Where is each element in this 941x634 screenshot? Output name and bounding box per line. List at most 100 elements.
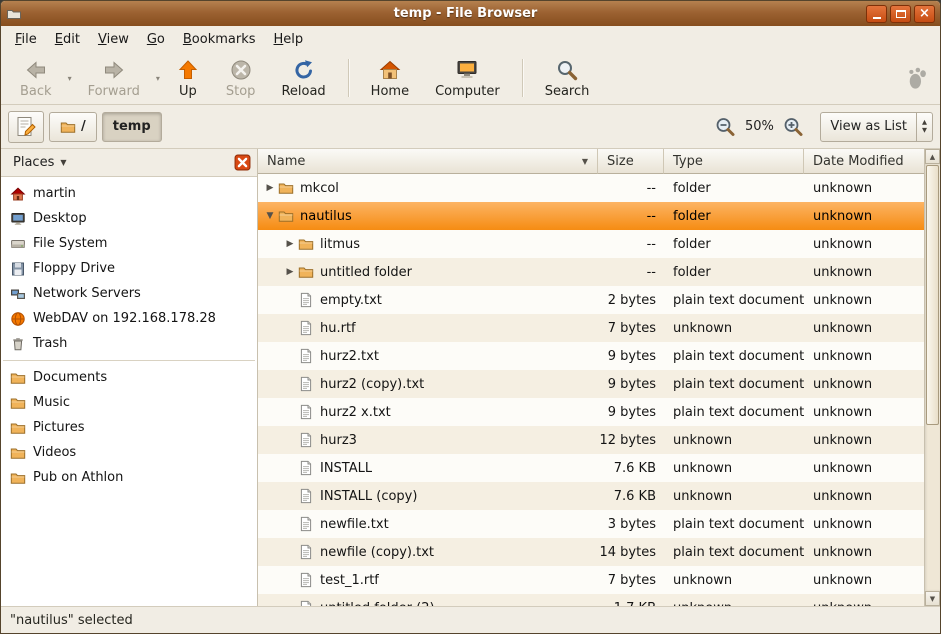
- home-button[interactable]: Home: [358, 55, 422, 102]
- computer-button[interactable]: Computer: [422, 55, 513, 102]
- file-row-untitled-folder[interactable]: ▶untitled folder--folderunknown: [258, 258, 924, 286]
- file-name-cell: newfile (copy).txt: [258, 538, 598, 566]
- file-row-hurz2-x-txt[interactable]: hurz2 x.txt9 bytesplain text documentunk…: [258, 398, 924, 426]
- folder-icon: [278, 208, 294, 224]
- titlebar[interactable]: temp - File Browser ×: [1, 1, 940, 26]
- file-name-cell: hurz2.txt: [258, 342, 598, 370]
- expander-collapsed-icon[interactable]: ▶: [262, 183, 278, 193]
- reload-button[interactable]: Reload: [268, 55, 338, 102]
- zoom-in-button[interactable]: [781, 115, 805, 139]
- back-history-dropdown[interactable]: ▾: [65, 52, 75, 104]
- forward-button[interactable]: Forward: [75, 55, 153, 102]
- view-mode-spinner-icon[interactable]: ▲▼: [916, 113, 932, 141]
- folder-icon: [10, 470, 26, 486]
- back-button[interactable]: Back: [7, 55, 65, 102]
- file-row-test-1-rtf[interactable]: test_1.rtf7 bytesunknownunknown: [258, 566, 924, 594]
- scroll-up-button[interactable]: ▲: [925, 149, 940, 164]
- place-music[interactable]: Music: [1, 390, 257, 415]
- up-icon: [176, 58, 200, 82]
- file-type-cell: folder: [664, 230, 804, 258]
- close-icon: ×: [919, 7, 930, 20]
- column-header-name[interactable]: Name▼: [258, 149, 598, 174]
- file-name-cell: hurz2 (copy).txt: [258, 370, 598, 398]
- close-button[interactable]: ×: [914, 5, 935, 23]
- file-size-cell: 2 bytes: [598, 286, 664, 314]
- file-row-untitled-folder-2[interactable]: untitled folder (2)1.7 KBunknownunknown: [258, 594, 924, 606]
- place-webdav-on-192-168-178-28[interactable]: WebDAV on 192.168.178.28: [1, 306, 257, 331]
- scroll-down-button[interactable]: ▼: [925, 591, 940, 606]
- status-text: "nautilus" selected: [10, 613, 133, 628]
- place-pictures[interactable]: Pictures: [1, 415, 257, 440]
- place-trash[interactable]: Trash: [1, 331, 257, 356]
- scrollbar-thumb[interactable]: [926, 165, 939, 425]
- place-pub-on-athlon[interactable]: Pub on Athlon: [1, 465, 257, 490]
- place-label: Floppy Drive: [33, 261, 115, 276]
- computer-icon: [455, 58, 479, 82]
- minimize-button[interactable]: [866, 5, 887, 23]
- window-icon: [6, 6, 22, 22]
- column-header-date-modified[interactable]: Date Modified: [804, 149, 924, 174]
- place-videos[interactable]: Videos: [1, 440, 257, 465]
- current-path-button[interactable]: temp: [102, 112, 162, 142]
- places-dropdown[interactable]: Places ▼: [7, 153, 73, 172]
- forward-history-dropdown[interactable]: ▾: [153, 52, 163, 104]
- expander-collapsed-icon[interactable]: ▶: [282, 267, 298, 277]
- computer-label: Computer: [435, 84, 500, 99]
- view-mode-select[interactable]: View as List ▲▼: [820, 112, 933, 142]
- menu-help[interactable]: Help: [265, 29, 313, 50]
- expander-collapsed-icon[interactable]: ▶: [282, 239, 298, 249]
- file-row-empty-txt[interactable]: empty.txt2 bytesplain text documentunkno…: [258, 286, 924, 314]
- edit-location-icon: [14, 115, 38, 139]
- file-row-newfile-copy-txt[interactable]: newfile (copy).txt14 bytesplain text doc…: [258, 538, 924, 566]
- file-modified-cell: unknown: [804, 314, 924, 342]
- file-name: mkcol: [300, 181, 339, 196]
- file-row-hurz2-copy-txt[interactable]: hurz2 (copy).txt9 bytesplain text docume…: [258, 370, 924, 398]
- place-martin[interactable]: martin: [1, 181, 257, 206]
- menu-bookmarks[interactable]: Bookmarks: [174, 29, 265, 50]
- file-size-cell: --: [598, 258, 664, 286]
- root-path-button[interactable]: /: [49, 112, 97, 142]
- file-row-hurz3[interactable]: hurz312 bytesunknownunknown: [258, 426, 924, 454]
- sidebar-close-button[interactable]: [234, 154, 251, 171]
- place-file-system[interactable]: File System: [1, 231, 257, 256]
- vertical-scrollbar[interactable]: ▲ ▼: [924, 149, 940, 606]
- place-desktop[interactable]: Desktop: [1, 206, 257, 231]
- file-row-nautilus[interactable]: ▼nautilus--folderunknown: [258, 202, 924, 230]
- place-floppy-drive[interactable]: Floppy Drive: [1, 256, 257, 281]
- up-button[interactable]: Up: [163, 55, 213, 102]
- folder-icon: [10, 420, 26, 436]
- toolbar: Back▾Forward▾UpStopReloadHomeComputerSea…: [1, 52, 940, 105]
- file-row-hurz2-txt[interactable]: hurz2.txt9 bytesplain text documentunkno…: [258, 342, 924, 370]
- column-header-type[interactable]: Type: [664, 149, 804, 174]
- file-row-install[interactable]: INSTALL7.6 KBunknownunknown: [258, 454, 924, 482]
- file-size-cell: --: [598, 230, 664, 258]
- column-header-size[interactable]: Size: [598, 149, 664, 174]
- file-type-cell: unknown: [664, 314, 804, 342]
- place-network-servers[interactable]: Network Servers: [1, 281, 257, 306]
- current-path-label: temp: [113, 119, 151, 134]
- file-row-hu-rtf[interactable]: hu.rtf7 bytesunknownunknown: [258, 314, 924, 342]
- file-row-mkcol[interactable]: ▶mkcol--folderunknown: [258, 174, 924, 202]
- file-name-cell: newfile.txt: [258, 510, 598, 538]
- file-row-install-copy[interactable]: INSTALL (copy)7.6 KBunknownunknown: [258, 482, 924, 510]
- stop-button[interactable]: Stop: [213, 55, 269, 102]
- search-button[interactable]: Search: [532, 55, 603, 102]
- file-size-cell: 9 bytes: [598, 370, 664, 398]
- menu-edit[interactable]: Edit: [46, 29, 89, 50]
- toolbar-separator: [348, 59, 349, 97]
- menu-go[interactable]: Go: [138, 29, 174, 50]
- place-label: File System: [33, 236, 107, 251]
- reload-label: Reload: [281, 84, 325, 99]
- column-label: Type: [673, 154, 703, 169]
- menu-file[interactable]: File: [6, 29, 46, 50]
- place-documents[interactable]: Documents: [1, 365, 257, 390]
- zoom-out-button[interactable]: [713, 115, 737, 139]
- edit-location-button[interactable]: [8, 111, 44, 143]
- menu-view[interactable]: View: [89, 29, 138, 50]
- file-row-litmus[interactable]: ▶litmus--folderunknown: [258, 230, 924, 258]
- scrollbar-track[interactable]: [925, 164, 940, 591]
- expander-expanded-icon[interactable]: ▼: [262, 211, 278, 221]
- file-type-cell: folder: [664, 258, 804, 286]
- file-row-newfile-txt[interactable]: newfile.txt3 bytesplain text documentunk…: [258, 510, 924, 538]
- maximize-button[interactable]: [890, 5, 911, 23]
